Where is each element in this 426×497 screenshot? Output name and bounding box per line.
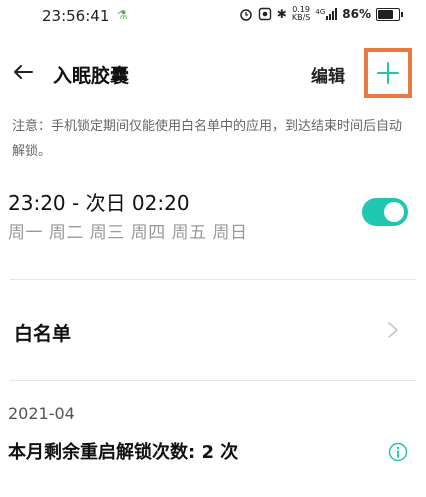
whitelist-label: 白名单 <box>14 323 72 345</box>
signal-icon: 4G <box>315 8 338 20</box>
restart-count-text: 本月剩余重启解锁次数: 2 次 <box>8 442 239 463</box>
toggle-knob <box>384 202 404 222</box>
divider <box>10 279 416 280</box>
schedule-time-range: 23:20 - 次日 02:20 <box>8 191 190 215</box>
info-icon[interactable] <box>388 442 408 462</box>
divider <box>10 380 416 381</box>
bluetooth-icon: ✱ <box>276 7 287 21</box>
status-bar: 23:56:41 ⚗ ✱ 0.19 KB/S 4G 86% <box>0 0 426 32</box>
screen-record-icon <box>258 7 271 21</box>
notice-text: 注意：手机锁定期间仅能使用白名单中的应用，到达结束时间后自动解锁。 <box>12 119 403 159</box>
battery-fill <box>378 9 394 19</box>
month-label: 2021-04 <box>8 404 75 423</box>
signal-type: 4G <box>315 8 326 16</box>
page-title: 入眠胶囊 <box>53 65 130 87</box>
battery-icon <box>376 7 403 21</box>
schedule-item[interactable]: 23:20 - 次日 02:20 周一 周二 周三 周四 周五 周日 <box>0 178 426 248</box>
status-icons: ✱ 0.19 KB/S 4G 86% <box>239 6 403 22</box>
battery-percent: 86% <box>342 7 371 21</box>
plus-icon <box>377 62 399 84</box>
edit-button[interactable]: 编辑 <box>311 62 345 87</box>
status-time: 23:56:41 <box>42 7 110 25</box>
add-button[interactable] <box>364 48 412 98</box>
schedule-days: 周一 周二 周三 周四 周五 周日 <box>8 223 248 243</box>
network-speed: 0.19 KB/S <box>292 6 311 22</box>
schedule-toggle[interactable] <box>362 198 408 226</box>
alarm-icon <box>240 9 252 21</box>
chevron-right-icon <box>388 322 398 338</box>
network-speed-unit: KB/S <box>291 13 311 22</box>
back-arrow-icon[interactable] <box>10 59 36 85</box>
flask-icon: ⚗ <box>117 8 128 22</box>
whitelist-row[interactable]: 白名单 <box>0 300 426 360</box>
nav-bar: 入眠胶囊 编辑 <box>0 44 426 104</box>
